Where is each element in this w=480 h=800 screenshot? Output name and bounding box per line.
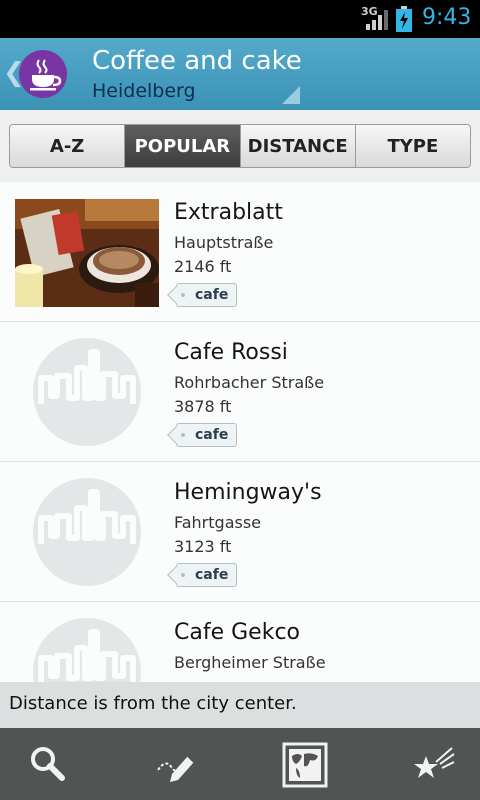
dropdown-corner-icon[interactable] — [282, 86, 300, 104]
edit-icon[interactable] — [154, 742, 198, 786]
list-item[interactable]: Extrablatt Hauptstraße 2146 ft cafe — [0, 182, 480, 322]
place-distance: 2146 ft — [174, 257, 232, 276]
distance-note: Distance is from the city center. — [9, 693, 297, 714]
place-photo — [15, 199, 159, 307]
coffee-cup-icon[interactable] — [19, 50, 67, 98]
places-list[interactable]: Extrablatt Hauptstraße 2146 ft cafe Cafe… — [0, 182, 480, 682]
battery-icon — [396, 6, 412, 32]
bottom-toolbar — [0, 728, 480, 800]
signal-icon — [366, 10, 388, 30]
tab-distance[interactable]: DISTANCE — [240, 125, 356, 167]
place-street: Bergheimer Straße — [174, 653, 326, 672]
placeholder-logo-icon — [33, 618, 141, 682]
info-bar: Distance is from the city center. — [0, 682, 480, 728]
place-name: Cafe Gekco — [174, 620, 300, 645]
list-item[interactable]: Hemingway's Fahrtgasse 3123 ft cafe — [0, 462, 480, 602]
placeholder-logo-icon — [33, 478, 141, 586]
map-icon[interactable] — [282, 742, 328, 788]
city-selector[interactable]: Heidelberg — [92, 80, 196, 102]
tab-type[interactable]: TYPE — [355, 125, 470, 167]
place-street: Fahrtgasse — [174, 513, 262, 532]
place-distance: 3123 ft — [174, 537, 232, 556]
place-distance: 3878 ft — [174, 397, 232, 416]
sort-tabs: A-Z POPULAR DISTANCE TYPE — [9, 124, 471, 168]
type-tag[interactable]: cafe — [176, 283, 238, 307]
clock: 9:43 — [422, 5, 472, 30]
search-icon[interactable] — [26, 742, 70, 786]
tab-popular[interactable]: POPULAR — [125, 125, 241, 167]
place-street: Rohrbacher Straße — [174, 373, 325, 392]
page-title: Coffee and cake — [92, 46, 302, 76]
placeholder-logo-icon — [33, 338, 141, 446]
place-name: Cafe Rossi — [174, 340, 288, 365]
favorites-icon[interactable] — [412, 742, 456, 786]
sort-tabs-bar: A-Z POPULAR DISTANCE TYPE — [0, 110, 480, 182]
place-street: Hauptstraße — [174, 233, 274, 252]
list-item[interactable]: Cafe Rossi Rohrbacher Straße 3878 ft caf… — [0, 322, 480, 462]
list-item[interactable]: Cafe Gekco Bergheimer Straße cafe — [0, 602, 480, 682]
place-name: Hemingway's — [174, 480, 322, 505]
type-tag[interactable]: cafe — [176, 563, 238, 587]
status-bar: 3G 9:43 — [0, 0, 480, 38]
type-tag[interactable]: cafe — [176, 423, 238, 447]
place-name: Extrablatt — [174, 200, 283, 225]
action-bar: ❮ Coffee and cake Heidelberg — [0, 38, 480, 110]
tab-a-z[interactable]: A-Z — [10, 125, 126, 167]
